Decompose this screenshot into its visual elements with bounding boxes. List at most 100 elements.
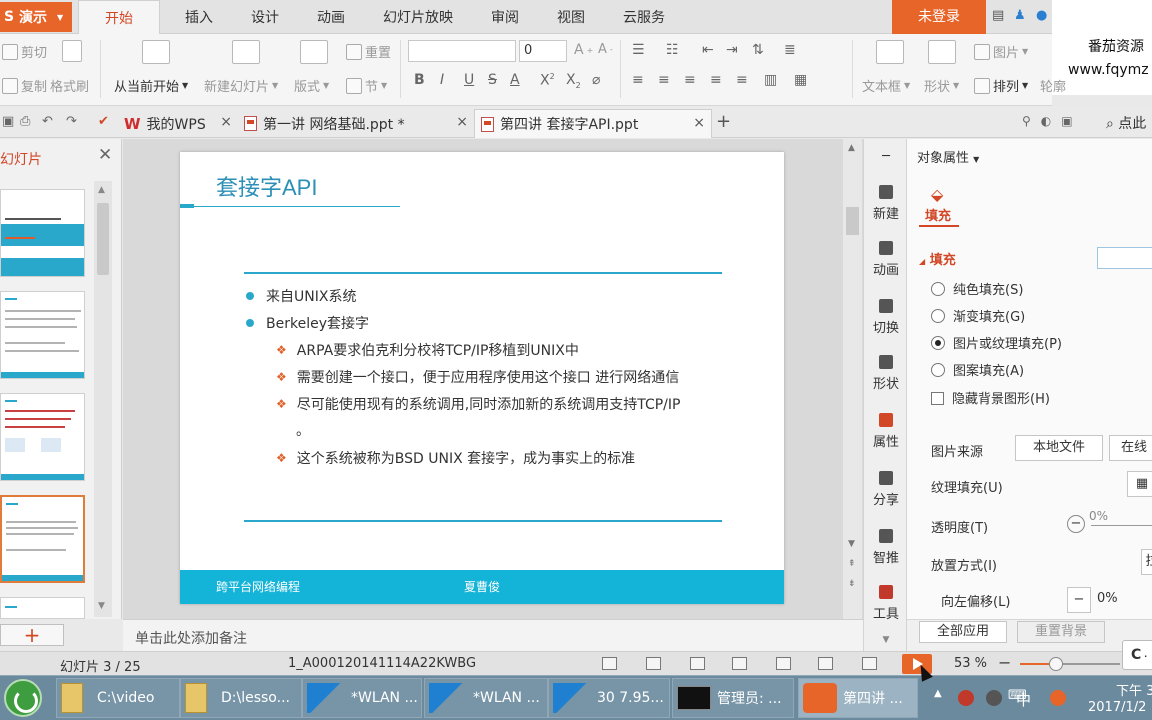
slide-thumbnail-5[interactable]	[0, 597, 85, 619]
justify-icon[interactable]: ≡	[710, 72, 722, 88]
indent-increase-icon[interactable]: ⇥	[726, 42, 738, 58]
redo-icon[interactable]: ↷	[66, 114, 77, 129]
record-icon[interactable]	[958, 690, 974, 706]
print-icon[interactable]: ⎙	[20, 114, 30, 129]
tab-review[interactable]: 审阅	[478, 0, 532, 34]
font-shrink-button[interactable]: A-	[598, 42, 613, 57]
reset-button[interactable]: 重置	[346, 42, 391, 61]
placement-select[interactable]: 拉	[1141, 549, 1152, 575]
taskbar-item-wlan2[interactable]: *WLAN ...	[424, 678, 548, 718]
align-right-icon[interactable]: ≡	[684, 72, 696, 88]
add-slide-button[interactable]: +	[0, 624, 64, 646]
wps-tray-icon[interactable]	[1050, 690, 1066, 706]
tab-design[interactable]: 设计	[238, 0, 292, 34]
side-tool-shape[interactable]: 形状	[864, 355, 908, 392]
side-tool-transition[interactable]: 切换	[864, 299, 908, 336]
copy-button[interactable]: 复制	[2, 76, 47, 95]
offset-decrement[interactable]: −	[1067, 587, 1091, 613]
new-slide-button[interactable]: 新建幻灯片 ▼	[204, 76, 278, 95]
next-icon[interactable]	[690, 657, 705, 670]
bullet-item[interactable]: 来自UNIX系统	[246, 286, 356, 306]
zoom-slider-knob[interactable]	[1049, 657, 1063, 671]
clipboard-icon[interactable]: ▤	[992, 8, 1006, 24]
fill-section-header[interactable]: ◢ 填充	[919, 249, 956, 268]
app-menu-button[interactable]: S 演示 ▼	[0, 2, 72, 32]
reading-view-icon[interactable]	[862, 657, 877, 670]
bold-button[interactable]: B	[414, 72, 425, 88]
slide-thumbnail-1[interactable]	[0, 189, 85, 277]
search-field[interactable]: ⌕ 点此	[1106, 113, 1146, 133]
tab-cloud[interactable]: 云服务	[610, 0, 678, 34]
text-direction-icon[interactable]: ⇅	[752, 42, 764, 58]
font-size-select[interactable]: 0	[519, 40, 567, 62]
notes-icon[interactable]	[646, 657, 661, 670]
slide-thumbnail-2[interactable]	[0, 291, 85, 379]
sub-bullet-item[interactable]: ❖ 需要创建一个接口，便于应用程序使用这个接口 进行网络通信	[276, 367, 679, 387]
columns-icon[interactable]: ▥	[764, 72, 777, 88]
sub-bullet-item[interactable]: ❖ 尽可能使用现有的系统调用,同时添加新的系统调用支持TCP/IP	[276, 394, 680, 414]
hide-bg-checkbox[interactable]: 隐藏背景图形(H)	[931, 388, 1050, 407]
slide-thumbnail-4[interactable]	[0, 495, 85, 583]
radio-solid-fill[interactable]: 纯色填充(S)	[931, 279, 1023, 298]
scroll-down-icon[interactable]: ▼	[98, 601, 105, 611]
side-tool-animation[interactable]: 动画	[864, 241, 908, 278]
close-icon[interactable]: ×	[220, 114, 232, 130]
format-painter-button[interactable]: 格式刷	[50, 76, 89, 95]
font-name-select[interactable]	[408, 40, 516, 62]
network-icon[interactable]	[986, 690, 1002, 706]
align-center-icon[interactable]: ≡	[658, 72, 670, 88]
taskbar-item-capture[interactable]: 30 7.95...	[548, 678, 670, 718]
layout-button[interactable]: 版式 ▼	[294, 76, 329, 95]
fill-color-box[interactable]	[1097, 247, 1152, 269]
font-grow-button[interactable]: A +	[574, 42, 593, 58]
outline-button[interactable]: 轮廓	[1040, 76, 1066, 95]
save-icon[interactable]: ▣	[2, 114, 14, 129]
transparency-slider[interactable]	[1091, 525, 1152, 526]
radio-pattern-fill[interactable]: 图案填充(A)	[931, 360, 1024, 379]
side-tool-share[interactable]: 分享	[864, 471, 908, 508]
scroll-down-icon[interactable]: ▼	[848, 539, 855, 549]
clear-format-button[interactable]: ⌀	[592, 72, 600, 88]
local-file-button[interactable]: 本地文件	[1015, 435, 1103, 461]
ime-indicator[interactable]: 中	[1016, 689, 1031, 710]
tab-slideshow[interactable]: 幻灯片放映	[370, 0, 466, 34]
subscript-button[interactable]: X2	[566, 72, 581, 90]
start-button[interactable]	[4, 679, 42, 717]
shape-button[interactable]: 形状 ▼	[924, 76, 959, 95]
radio-gradient-fill[interactable]: 渐变填充(G)	[931, 306, 1025, 325]
normal-view-icon[interactable]	[776, 657, 791, 670]
indent-decrease-icon[interactable]: ⇤	[702, 42, 714, 58]
taskbar-item-cmd[interactable]: 管理员: ...	[672, 678, 794, 718]
prev-slide-icon[interactable]: ⇞	[848, 559, 856, 569]
c-button[interactable]: C ·	[1122, 640, 1152, 670]
customize-icon[interactable]: ✔	[98, 114, 109, 129]
add-tab-icon[interactable]: +	[716, 111, 731, 132]
superscript-button[interactable]: X2	[540, 72, 555, 89]
slide-thumbnail-3[interactable]	[0, 393, 85, 481]
from-current-button[interactable]: 从当前开始 ▼	[114, 76, 188, 95]
undo-icon[interactable]: ↶	[42, 114, 53, 129]
bullets-icon[interactable]: ☰	[632, 42, 645, 58]
side-collapse-icon[interactable]: ─	[864, 149, 908, 164]
numbering-icon[interactable]: ☷	[666, 42, 679, 58]
clock-time[interactable]: 下午 3	[1116, 680, 1152, 699]
texture-select[interactable]: ▦	[1127, 471, 1152, 497]
scroll-up-icon[interactable]: ▲	[98, 185, 105, 195]
chevron-down-icon[interactable]: ▼	[864, 635, 908, 645]
next-slide-icon[interactable]: ⇟	[848, 579, 856, 589]
clock-date[interactable]: 2017/1/2	[1088, 700, 1146, 715]
tray-expand-icon[interactable]: ▲	[934, 688, 942, 699]
tab-animation[interactable]: 动画	[304, 0, 358, 34]
section-button[interactable]: 节 ▼	[346, 76, 387, 95]
strikethrough-button[interactable]: S	[488, 72, 497, 88]
notes-pane[interactable]: 单击此处添加备注	[123, 619, 863, 651]
zoom-out-icon[interactable]: −	[998, 653, 1011, 672]
tab-view[interactable]: 视图	[544, 0, 598, 34]
close-icon[interactable]: ✕	[98, 145, 112, 165]
side-tool-properties[interactable]: 属性	[864, 413, 908, 450]
login-button[interactable]: 未登录	[892, 0, 986, 34]
font-color-button[interactable]: A	[510, 72, 520, 88]
taskbar-item-wlan1[interactable]: *WLAN ...	[302, 678, 422, 718]
taskbar-item-ppt[interactable]: 第四讲 ...	[798, 678, 918, 718]
scrollbar-thumb[interactable]	[97, 203, 109, 275]
